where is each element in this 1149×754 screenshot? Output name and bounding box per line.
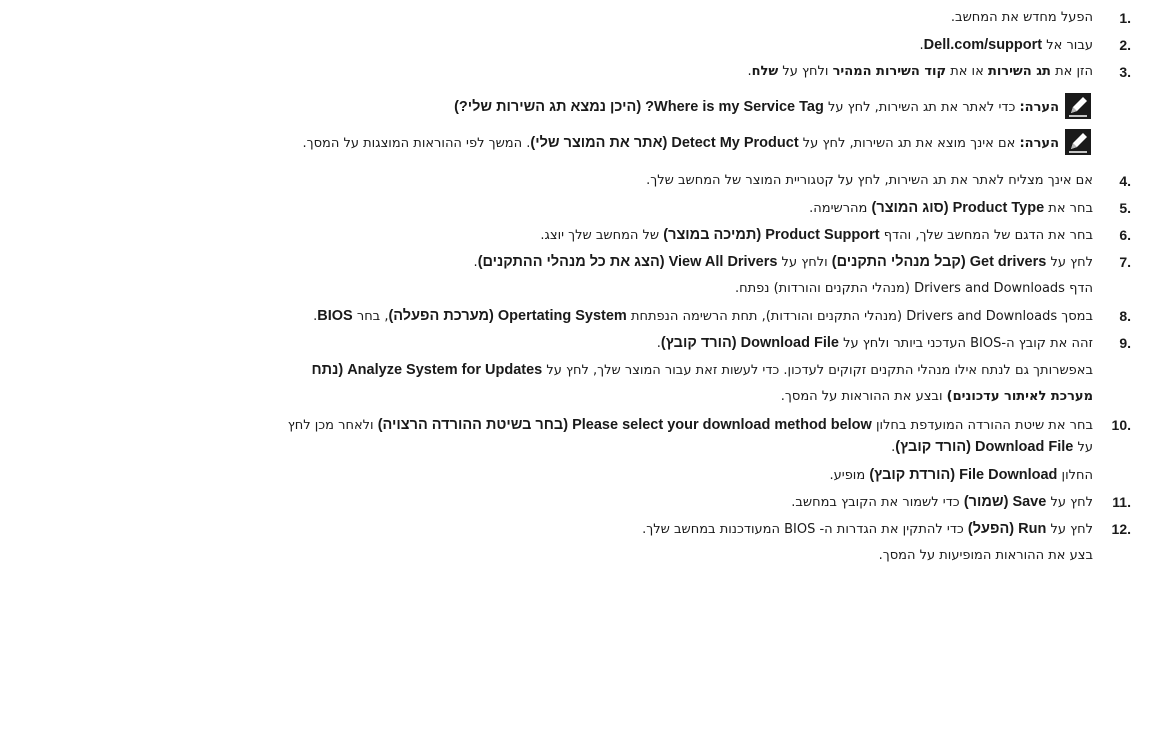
step-number: 7. (1119, 254, 1131, 270)
step-text: עבור אל Dell.com/support. (919, 37, 1093, 53)
step-number: 3. (1119, 64, 1131, 80)
step-number: 5. (1119, 200, 1131, 216)
step-number: 2. (1119, 37, 1131, 53)
step-text: בצע את ההוראות המופיעות על המסך. (878, 548, 1093, 563)
step-number: 11. (1112, 494, 1131, 510)
step-text: בחר את Product Type (סוג המוצר) מהרשימה. (809, 200, 1093, 216)
step-text: הזן את תג השירות או את קוד השירות המהיר … (747, 64, 1093, 79)
step-text: לחץ על Run (הפעל) כדי להתקין את הגדרות ה… (642, 521, 1093, 537)
step-text: הפעל מחדש את המחשב. (950, 10, 1093, 25)
step-text: אם אינך מצליח לאתר את תג השירות, לחץ על … (646, 173, 1093, 188)
step-text: על Download File (הורד קובץ). (891, 439, 1093, 455)
step-text: לחץ על Get drivers (קבל מנהלי התקנים) ול… (473, 254, 1093, 270)
pencil-note-icon (1065, 93, 1091, 119)
step-number: 10. (1111, 417, 1131, 433)
step-text: במסך Drivers and Downloads (מנהלי התקנים… (313, 308, 1093, 324)
step-number: 8. (1119, 308, 1131, 324)
step-text: זהה את קובץ ה-BIOS העדכני ביותר ולחץ על … (656, 335, 1093, 351)
step-text: מערכת לאיתור עדכונים) ובצע את ההוראות על… (780, 389, 1093, 404)
step-text: בחר את הדגם של המחשב שלך, והדף Product S… (540, 227, 1093, 243)
detect-product-link[interactable]: Detect My Product (אתר את המוצר שלי) (530, 135, 798, 151)
step-number: 6. (1119, 227, 1131, 243)
support-link[interactable]: Dell.com/support (924, 37, 1042, 53)
service-tag-link[interactable]: Where is my Service Tag? (היכן נמצא תג ה… (454, 99, 824, 115)
step-text: באפשרותך גם לנתח אילו מנהלי התקנים זקוקי… (311, 362, 1093, 378)
step-number: 1. (1119, 10, 1131, 26)
step-text: לחץ על Save (שמור) כדי לשמור את הקובץ במ… (791, 494, 1093, 510)
pencil-note-icon (1065, 129, 1091, 155)
note-text: הערה: כדי לאתר את תג השירות, לחץ על Wher… (454, 99, 1059, 115)
step-text: הדף Drivers and Downloads (מנהלי התקנים … (734, 281, 1093, 296)
step-text: בחר את שיטת ההורדה המועדפת בחלון Please … (287, 417, 1093, 433)
note-text: הערה: אם אינך מוצא את תג השירות, לחץ על … (302, 135, 1059, 151)
step-text: החלון File Download (הורדת קובץ) מופיע. (829, 467, 1093, 483)
analyze-system-link[interactable]: Analyze System for Updates (נתח (312, 362, 543, 378)
step-number: 4. (1119, 173, 1131, 189)
step-number: 9. (1119, 335, 1131, 351)
document-page: 1. הפעל מחדש את המחשב. 2. עבור אל Dell.c… (0, 0, 1149, 754)
step-number: 12. (1111, 521, 1131, 537)
